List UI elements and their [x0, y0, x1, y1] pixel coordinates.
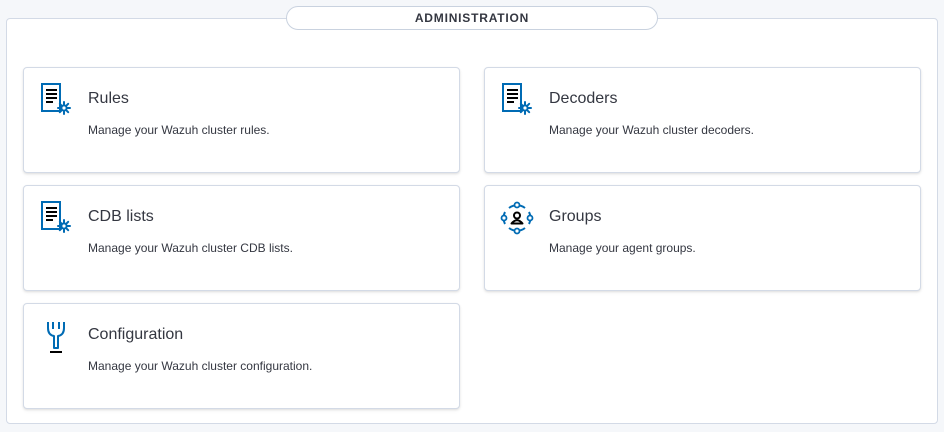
card-description: Manage your Wazuh cluster CDB lists.	[88, 241, 293, 255]
cdb-lists-card[interactable]: CDB lists Manage your Wazuh cluster CDB …	[23, 185, 460, 291]
card-title: Groups	[549, 208, 602, 225]
card-title: Rules	[88, 90, 129, 107]
card-description: Manage your agent groups.	[549, 241, 696, 255]
document-gear-icon	[38, 200, 74, 236]
decoders-card[interactable]: Decoders Manage your Wazuh cluster decod…	[484, 67, 921, 173]
section-title: ADMINISTRATION	[286, 6, 658, 30]
user-group-icon	[499, 200, 535, 236]
card-description: Manage your Wazuh cluster rules.	[88, 123, 270, 137]
card-description: Manage your Wazuh cluster decoders.	[549, 123, 754, 137]
card-description: Manage your Wazuh cluster configuration.	[88, 359, 313, 373]
rules-card[interactable]: Rules Manage your Wazuh cluster rules.	[23, 67, 460, 173]
card-title: CDB lists	[88, 208, 154, 225]
card-title: Decoders	[549, 90, 618, 107]
document-gear-icon	[38, 82, 74, 118]
wrench-icon	[38, 318, 74, 354]
groups-card[interactable]: Groups Manage your agent groups.	[484, 185, 921, 291]
configuration-card[interactable]: Configuration Manage your Wazuh cluster …	[23, 303, 460, 409]
document-gear-icon	[499, 82, 535, 118]
card-title: Configuration	[88, 326, 184, 343]
